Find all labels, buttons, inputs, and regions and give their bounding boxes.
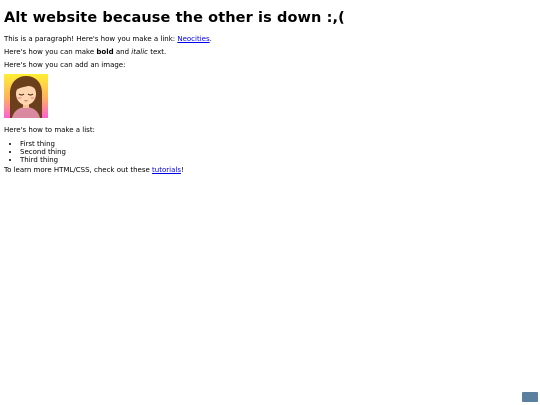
list-item: First thing (20, 140, 534, 148)
paragraph-formatting: Here's how you can make bold and italic … (4, 48, 534, 57)
paragraph-list: Here's how to make a list: (4, 126, 95, 134)
paragraph-link-period: . (209, 35, 212, 43)
neocities-link[interactable]: Neocities (177, 35, 209, 43)
page-content: Alt website because the other is down :,… (4, 0, 534, 175)
italic-text: italic (131, 48, 148, 56)
paragraph-link: This is a paragraph! Here's how you make… (4, 35, 534, 44)
paragraph-formatting-end: text. (147, 48, 167, 56)
paragraph-tutorials-text: To learn more HTML/CSS, check out these (4, 166, 153, 174)
page-heading: Alt website because the other is down :,… (4, 10, 345, 26)
tutorials-link[interactable]: tutorials (152, 166, 181, 174)
paragraph-image: Here's how you can add an image: (4, 61, 126, 69)
paragraph-formatting-text: Here's how you can make (4, 48, 97, 56)
list-item: Third thing (20, 156, 534, 164)
list-item: Second thing (20, 148, 534, 156)
paragraph-tutorials: To learn more HTML/CSS, check out these … (4, 166, 534, 175)
avatar-image (4, 74, 48, 118)
paragraph-tutorials-end: ! (180, 166, 184, 174)
thing-list: First thing Second thing Third thing (4, 140, 534, 164)
corner-widget-icon[interactable] (522, 392, 538, 402)
paragraph-formatting-and: and (113, 48, 132, 56)
paragraph-link-text: This is a paragraph! Here's how you make… (4, 35, 178, 43)
bold-text: bold (96, 48, 114, 56)
